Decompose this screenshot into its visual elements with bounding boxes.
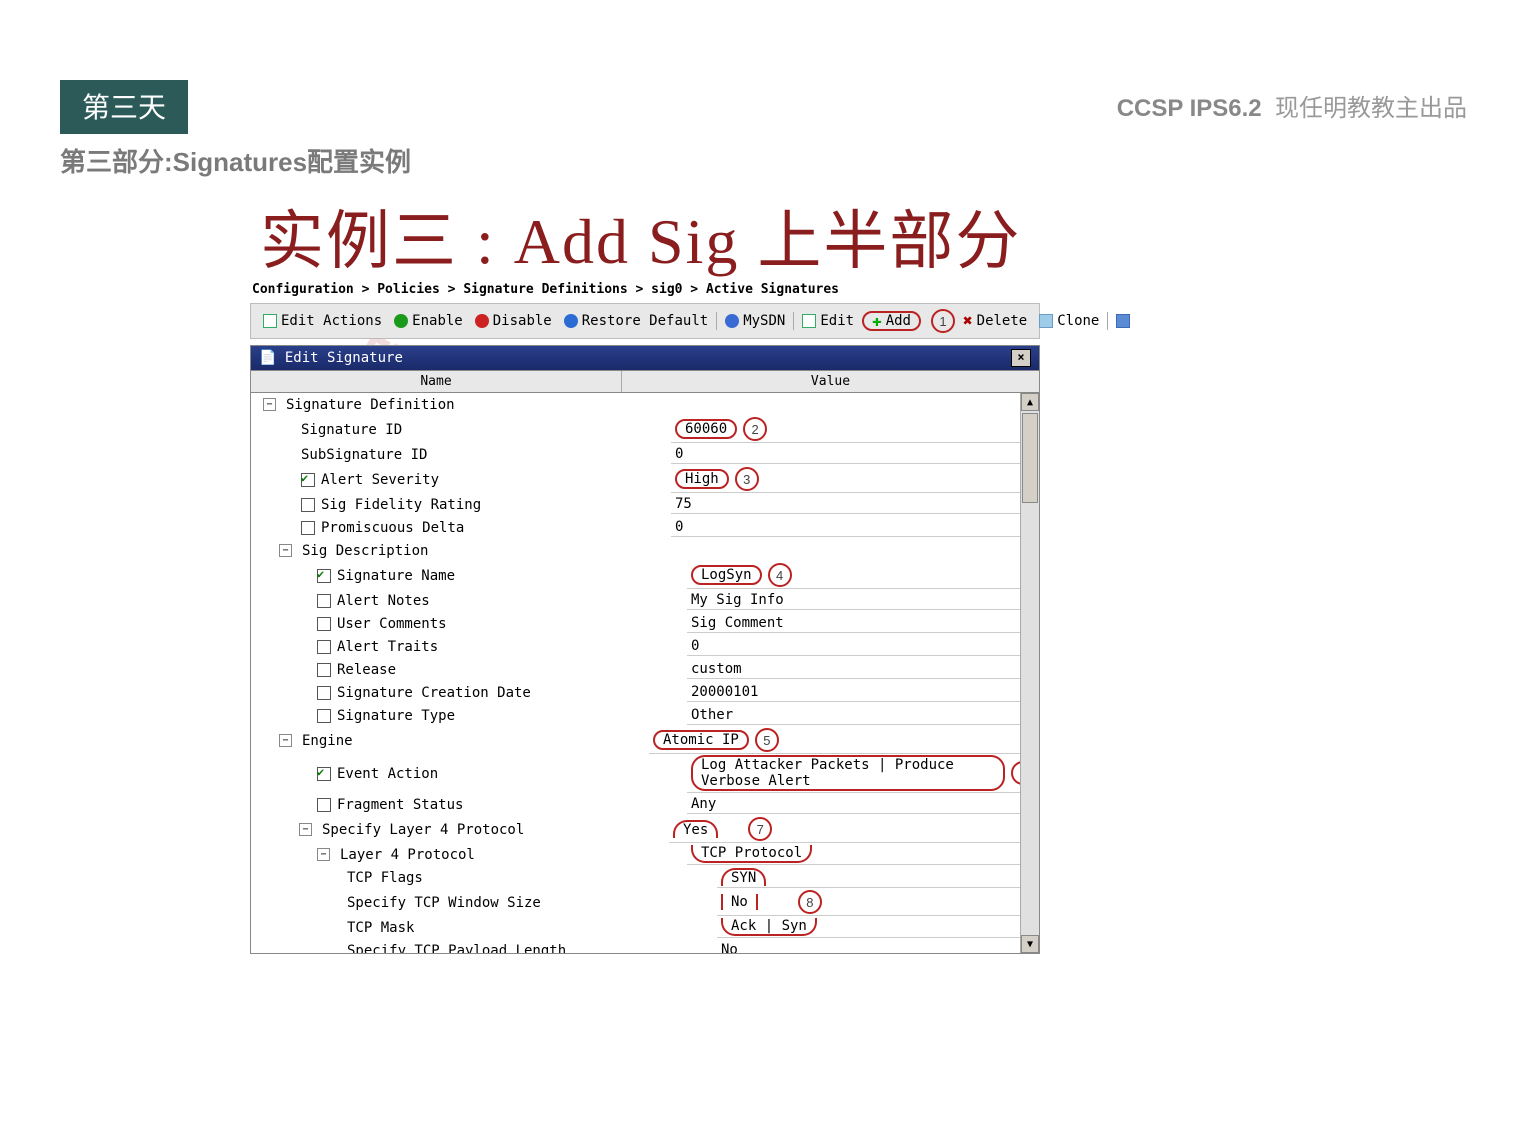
checkbox-icon[interactable] xyxy=(317,640,331,654)
col-value: Value xyxy=(622,371,1039,392)
dialog-title: Edit Signature xyxy=(285,350,403,366)
grid-header: Name Value xyxy=(251,371,1039,393)
disable-button[interactable]: Disable xyxy=(471,313,556,329)
delete-icon: ✖ xyxy=(963,315,973,327)
edit-actions-button[interactable]: Edit Actions xyxy=(259,313,386,329)
row-release[interactable]: Releasecustom xyxy=(251,658,1039,681)
row-spec-win[interactable]: Specify TCP Window SizeNo8 xyxy=(251,889,1039,916)
add-icon: ✚ xyxy=(872,315,882,327)
save-icon xyxy=(1116,314,1130,328)
row-spec-pay[interactable]: Specify TCP Payload LengthNo xyxy=(251,939,1039,953)
checkbox-icon[interactable] xyxy=(301,498,315,512)
section-subtitle: 第三部分:Signatures配置实例 xyxy=(60,142,411,179)
author-note: 现任明教教主出品 xyxy=(1275,95,1467,122)
checkbox-icon[interactable] xyxy=(317,594,331,608)
mysdn-icon xyxy=(725,314,739,328)
dialog-icon: 📄 xyxy=(259,350,276,366)
row-event-action[interactable]: Event ActionLog Attacker Packets | Produ… xyxy=(251,754,1039,793)
row-alert-notes[interactable]: Alert NotesMy Sig Info xyxy=(251,589,1039,612)
row-l4proto[interactable]: −Layer 4 ProtocolTCP Protocol xyxy=(251,843,1039,866)
clone-button[interactable]: Clone xyxy=(1035,313,1103,329)
checkbox-icon[interactable] xyxy=(317,569,331,583)
checkbox-icon[interactable] xyxy=(317,617,331,631)
vertical-scrollbar[interactable]: ▲ ▼ xyxy=(1020,393,1039,953)
annotation-8: 8 xyxy=(798,890,822,914)
course-code: CCSP IPS6.2 xyxy=(1117,95,1262,122)
grid-body: −Signature Definition Signature ID600602… xyxy=(251,393,1039,953)
row-tcp-mask[interactable]: TCP MaskAck | Syn xyxy=(251,916,1039,939)
row-sfr[interactable]: Sig Fidelity Rating75 xyxy=(251,493,1039,516)
row-frag[interactable]: Fragment StatusAny xyxy=(251,793,1039,816)
breadcrumb: Configuration > Policies > Signature Def… xyxy=(250,278,1040,303)
course-info: CCSP IPS6.2 现任明教教主出品 xyxy=(1117,88,1467,123)
screenshot-panel: Configuration > Policies > Signature Def… xyxy=(250,278,1040,954)
row-alert-traits[interactable]: Alert Traits0 xyxy=(251,635,1039,658)
clone-icon xyxy=(1039,314,1053,328)
checkbox-icon[interactable] xyxy=(301,473,315,487)
annotation-5: 5 xyxy=(755,728,779,752)
collapse-icon[interactable]: − xyxy=(279,544,292,557)
checkbox-icon[interactable] xyxy=(317,798,331,812)
collapse-icon[interactable]: − xyxy=(279,734,292,747)
delete-button[interactable]: ✖Delete xyxy=(959,313,1031,329)
annotation-3: 3 xyxy=(735,467,759,491)
scroll-up-icon[interactable]: ▲ xyxy=(1021,393,1039,411)
scroll-down-icon[interactable]: ▼ xyxy=(1021,935,1039,953)
row-sig-desc[interactable]: −Sig Description xyxy=(251,539,1039,562)
close-button[interactable]: × xyxy=(1011,349,1031,367)
checkbox-icon[interactable] xyxy=(317,767,331,781)
enable-button[interactable]: Enable xyxy=(390,313,467,329)
row-engine[interactable]: −EngineAtomic IP5 xyxy=(251,727,1039,754)
scroll-thumb[interactable] xyxy=(1022,413,1038,503)
property-grid: Name Value −Signature Definition Signatu… xyxy=(250,371,1040,954)
checkbox-icon[interactable] xyxy=(301,521,315,535)
enable-icon xyxy=(394,314,408,328)
collapse-icon[interactable]: − xyxy=(317,848,330,861)
row-alert-sev[interactable]: Alert SeverityHigh3 xyxy=(251,466,1039,493)
row-sig-type[interactable]: Signature TypeOther xyxy=(251,704,1039,727)
row-user-comm[interactable]: User CommentsSig Comment xyxy=(251,612,1039,635)
restore-button[interactable]: Restore Default xyxy=(560,313,712,329)
slide-title: 实例三 : Add Sig 上半部分 xyxy=(260,190,1021,282)
row-sub-id[interactable]: SubSignature ID0 xyxy=(251,443,1039,466)
row-prom[interactable]: Promiscuous Delta0 xyxy=(251,516,1039,539)
row-spec-l4[interactable]: −Specify Layer 4 ProtocolYes7 xyxy=(251,816,1039,843)
row-sig-id[interactable]: Signature ID600602 xyxy=(251,416,1039,443)
row-tcp-flags[interactable]: TCP FlagsSYN xyxy=(251,866,1039,889)
save-button[interactable] xyxy=(1112,314,1134,328)
row-sig-def[interactable]: −Signature Definition xyxy=(251,393,1039,416)
add-button[interactable]: ✚Add xyxy=(862,311,921,331)
toolbar: Edit Actions Enable Disable Restore Defa… xyxy=(250,303,1040,339)
annotation-2: 2 xyxy=(743,417,767,441)
checkbox-icon[interactable] xyxy=(317,663,331,677)
collapse-icon[interactable]: − xyxy=(299,823,312,836)
dialog-titlebar: 📄 Edit Signature × xyxy=(250,345,1040,371)
annotation-1: 1 xyxy=(931,309,955,333)
annotation-4: 4 xyxy=(768,563,792,587)
day-tag: 第三天 xyxy=(60,80,188,134)
edit-button[interactable]: Edit xyxy=(798,313,858,329)
slide-header: 第三天 第三部分:Signatures配置实例 xyxy=(60,80,411,179)
edit-icon xyxy=(802,314,816,328)
annotation-7: 7 xyxy=(748,817,772,841)
disable-icon xyxy=(475,314,489,328)
row-sig-name[interactable]: Signature NameLogSyn4 xyxy=(251,562,1039,589)
edit-actions-icon xyxy=(263,314,277,328)
collapse-icon[interactable]: − xyxy=(263,398,276,411)
checkbox-icon[interactable] xyxy=(317,686,331,700)
restore-icon xyxy=(564,314,578,328)
col-name: Name xyxy=(251,371,622,392)
row-sig-cdate[interactable]: Signature Creation Date20000101 xyxy=(251,681,1039,704)
checkbox-icon[interactable] xyxy=(317,709,331,723)
mysdn-button[interactable]: MySDN xyxy=(721,313,789,329)
